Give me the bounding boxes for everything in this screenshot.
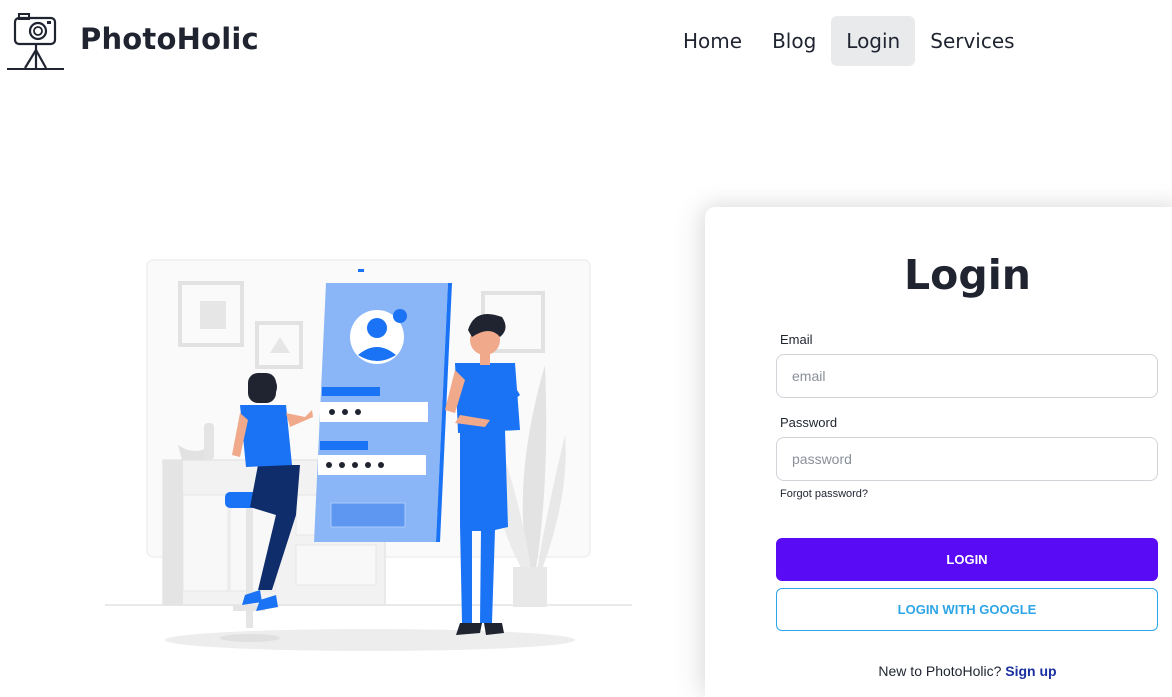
header: PhotoHolic Home Blog Login Services: [0, 0, 1172, 86]
nav-blog[interactable]: Blog: [757, 16, 831, 66]
password-label: Password: [780, 415, 838, 430]
main-nav: Home Blog Login Services: [668, 16, 1030, 66]
nav-home[interactable]: Home: [668, 16, 757, 66]
login-card: Login Email Password Forgot password? LO…: [705, 207, 1172, 697]
login-with-google-button[interactable]: LOGIN WITH GOOGLE: [776, 588, 1158, 631]
login-illustration: [105, 259, 632, 651]
forgot-password-link[interactable]: Forgot password?: [780, 488, 868, 500]
email-label: Email: [780, 332, 813, 347]
password-field[interactable]: [776, 437, 1158, 481]
brand-title[interactable]: PhotoHolic: [80, 22, 259, 56]
signup-line: New to PhotoHolic? Sign up: [705, 663, 1172, 679]
login-button[interactable]: LOGIN: [776, 538, 1158, 581]
nav-login[interactable]: Login: [831, 16, 916, 66]
nav-services[interactable]: Services: [915, 16, 1029, 66]
camera-tripod-icon[interactable]: [6, 10, 66, 72]
signup-link[interactable]: Sign up: [1005, 663, 1056, 679]
signup-prompt: New to PhotoHolic?: [878, 663, 1002, 679]
email-field[interactable]: [776, 354, 1158, 398]
login-title: Login: [904, 251, 1031, 299]
